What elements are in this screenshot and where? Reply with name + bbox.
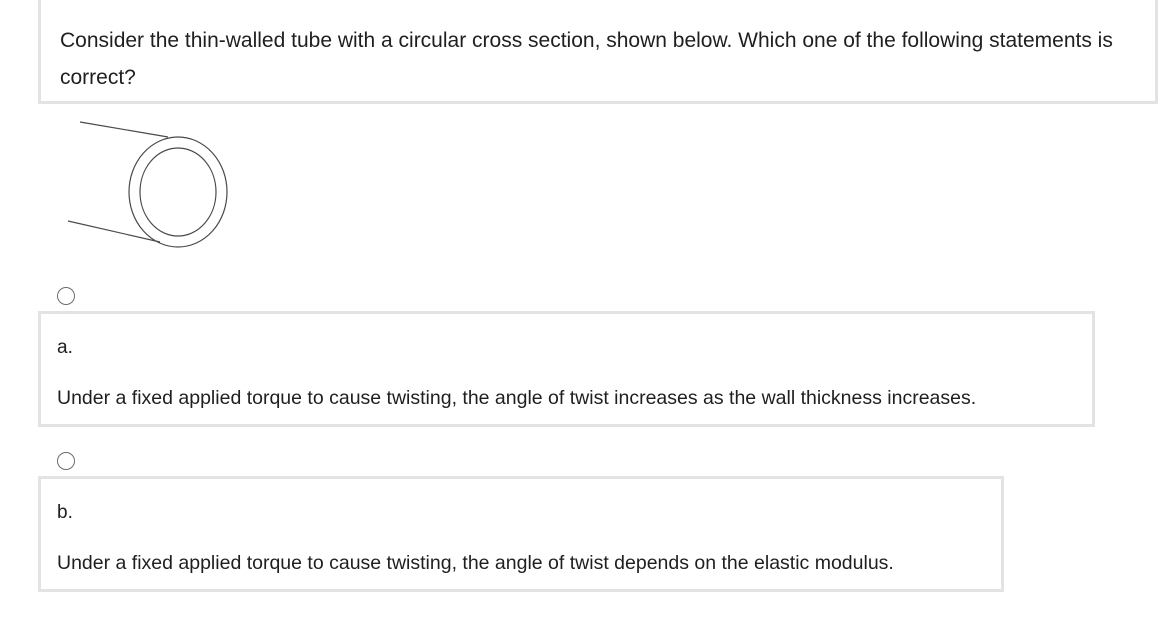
quiz-page: Consider the thin-walled tube with a cir…	[0, 0, 1174, 634]
option-a-text: Under a fixed applied torque to cause tw…	[57, 387, 977, 409]
question-box: Consider the thin-walled tube with a cir…	[38, 0, 1158, 104]
option-b-letter: b.	[57, 502, 73, 523]
option-a-box[interactable]: a. Under a fixed applied torque to cause…	[38, 311, 1095, 427]
question-text: Consider the thin-walled tube with a cir…	[60, 29, 1113, 89]
option-b-box[interactable]: b. Under a fixed applied torque to cause…	[38, 476, 1004, 592]
thin-walled-tube-icon	[67, 121, 228, 248]
option-b-text: Under a fixed applied torque to cause tw…	[57, 552, 894, 574]
option-a-radio[interactable]	[57, 287, 75, 305]
option-a-letter: a.	[57, 337, 73, 358]
option-b-radio[interactable]	[57, 452, 75, 470]
